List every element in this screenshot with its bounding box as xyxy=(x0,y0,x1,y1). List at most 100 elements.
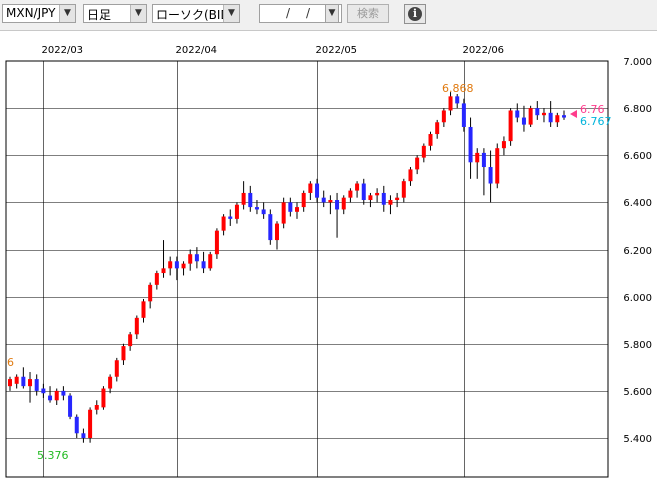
candle-body xyxy=(81,433,86,438)
info-button[interactable]: i xyxy=(404,4,426,24)
candle-body xyxy=(368,195,373,201)
candle-body xyxy=(54,390,59,401)
candle-body xyxy=(541,112,546,116)
info-icon: i xyxy=(408,7,422,21)
candle-body xyxy=(88,409,93,438)
chart-type-select[interactable]: ローソク(BID) ▼ xyxy=(152,4,240,23)
chart-panel: 7.000 6.800 6.600 6.400 6.200 6.000 5.800 5.600… xyxy=(0,30,657,481)
candlestick-chart: 7.000 6.800 6.600 6.400 6.200 6.000 5.800 5.600… xyxy=(5,45,652,478)
candle-body xyxy=(34,379,39,391)
period-select-value: 日足 xyxy=(87,8,112,22)
candle-body xyxy=(401,181,406,198)
candle-body xyxy=(341,197,346,210)
candle-body xyxy=(435,122,440,135)
candle-body xyxy=(308,183,313,193)
candle-body xyxy=(274,223,279,241)
x-tick-label: 2022/06 xyxy=(463,45,505,56)
candle-body xyxy=(94,405,99,410)
date-separator: / xyxy=(306,6,311,20)
candle-body xyxy=(254,207,259,210)
candle-body xyxy=(221,216,226,231)
date-separator: / xyxy=(286,6,291,20)
candle-body xyxy=(468,126,473,163)
high-label: 6.868 xyxy=(442,82,474,95)
candle-body xyxy=(8,379,12,387)
symbol-select[interactable]: MXN/JPY ▼ xyxy=(2,4,76,23)
candle-body xyxy=(234,204,239,219)
candle-body xyxy=(375,192,380,196)
left-cut-label: 6 xyxy=(7,356,14,369)
candle-body xyxy=(288,202,293,212)
candle-body xyxy=(181,263,186,269)
candle-body xyxy=(101,388,106,408)
candle-body xyxy=(415,157,420,170)
candle-body xyxy=(355,183,360,191)
y-tick-label: 6.600 xyxy=(623,151,652,162)
candle-body xyxy=(528,108,533,125)
candle-body xyxy=(301,192,306,208)
candle-body xyxy=(214,230,219,255)
candle-body xyxy=(441,110,446,123)
plot-area xyxy=(5,60,609,478)
y-tick-label: 6.400 xyxy=(623,198,652,209)
candle-body xyxy=(388,200,393,205)
low-label: 5.376 xyxy=(37,449,69,462)
candle-body xyxy=(161,268,166,274)
candle-body xyxy=(515,110,520,118)
y-tick-label: 6.200 xyxy=(623,246,652,257)
candle-body xyxy=(421,145,426,158)
chevron-down-icon[interactable]: ▼ xyxy=(223,5,239,22)
candle-body xyxy=(555,115,560,123)
candle-body xyxy=(488,167,493,184)
candle-body xyxy=(495,148,500,184)
candle-body xyxy=(74,416,79,434)
candle-body xyxy=(461,103,466,127)
y-tick-label: 6.000 xyxy=(623,293,652,304)
candle-body xyxy=(188,254,193,264)
candle-body xyxy=(228,216,233,219)
candle-body xyxy=(335,200,340,210)
toolbar: MXN/JPY ▼ 日足 ▼ ローソク(BID) ▼ / / ▼ 検索 i xyxy=(0,0,657,30)
candle-body xyxy=(348,190,353,198)
x-tick-label: 2022/05 xyxy=(316,45,358,56)
candle-body xyxy=(321,197,326,203)
candle-body xyxy=(148,284,153,302)
candle-body xyxy=(28,379,33,387)
candle-body xyxy=(548,112,553,123)
period-select[interactable]: 日足 ▼ xyxy=(83,4,147,23)
date-dropdown-button[interactable]: ▼ xyxy=(325,4,339,23)
chevron-down-icon[interactable]: ▼ xyxy=(130,5,146,22)
candle-body xyxy=(281,202,286,224)
candle-body xyxy=(41,388,46,394)
candle-body xyxy=(201,261,206,269)
candle-body xyxy=(168,261,173,269)
ask-label: 6.767 xyxy=(580,115,612,128)
candle-body xyxy=(535,108,540,116)
y-tick-label: 5.800 xyxy=(623,340,652,351)
candle-body xyxy=(128,334,133,347)
candle-body xyxy=(174,261,179,269)
candle-body xyxy=(501,141,506,149)
y-tick-label: 7.000 xyxy=(623,57,652,68)
chevron-down-icon[interactable]: ▼ xyxy=(59,5,75,22)
candle-body xyxy=(108,376,113,389)
candle-body xyxy=(395,197,400,201)
candle-body xyxy=(408,169,413,182)
candle-body xyxy=(328,200,333,203)
candle-body xyxy=(14,376,19,384)
y-tick-label: 5.400 xyxy=(623,434,652,445)
candle-body xyxy=(508,110,513,142)
candle-body xyxy=(448,96,453,111)
x-tick-label: 2022/03 xyxy=(42,45,84,56)
candle-body xyxy=(248,192,253,208)
candle-body xyxy=(428,134,433,146)
candle-body xyxy=(361,183,366,201)
candle-body xyxy=(68,395,73,417)
y-tick-label: 5.600 xyxy=(623,387,652,398)
candle-body xyxy=(261,209,266,215)
candle-body xyxy=(381,192,386,205)
search-button[interactable]: 検索 xyxy=(347,4,389,23)
candle-body xyxy=(455,96,460,104)
candle-body xyxy=(48,395,53,401)
candle-body xyxy=(295,207,300,212)
